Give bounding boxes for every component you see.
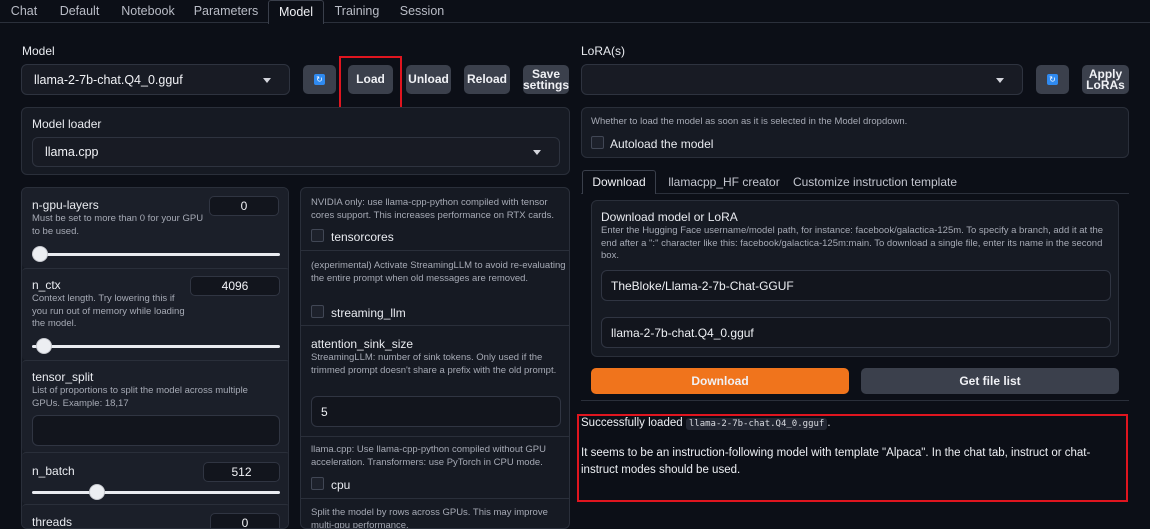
subtab-customize-template[interactable]: Customize instruction template [790, 170, 960, 194]
get-file-list-button[interactable]: Get file list [861, 368, 1119, 394]
threads-input[interactable]: 0 [210, 513, 280, 528]
divider [301, 436, 569, 437]
n-gpu-layers-slider-thumb[interactable] [32, 246, 48, 262]
download-title: Download model or LoRA [601, 210, 738, 224]
tab-model[interactable]: Model [268, 0, 324, 24]
tab-chat[interactable]: Chat [0, 0, 48, 23]
refresh-lora-button[interactable]: ↻ [1036, 65, 1069, 94]
n-gpu-layers-block: n-gpu-layers Must be set to more than 0 … [22, 188, 288, 268]
subtab-llamacpp-hf-creator[interactable]: llamacpp_HF creator [663, 170, 785, 194]
tensor-split-label: tensor_split [32, 370, 94, 384]
model-loader-value: llama.cpp [45, 145, 99, 159]
cpu-info: llama.cpp: Use llama-cpp-python compiled… [311, 444, 546, 468]
subtab-download[interactable]: Download [582, 170, 656, 194]
refresh-icon: ↻ [1047, 74, 1058, 85]
tensor-split-info: List of proportions to split the model a… [32, 385, 248, 409]
model-loader-label: Model loader [32, 117, 102, 131]
download-button[interactable]: Download [591, 368, 849, 394]
download-info: Enter the Hugging Face username/model pa… [601, 225, 1104, 261]
n-batch-block: n_batch 512 [22, 452, 288, 504]
n-gpu-layers-label: n-gpu-layers [32, 198, 99, 212]
divider [301, 498, 569, 499]
model-selected-value: llama-2-7b-chat.Q4_0.gguf [34, 72, 183, 87]
apply-loras-label-2: LoRAs [1086, 77, 1125, 92]
autoload-info: Whether to load the model as soon as it … [591, 116, 908, 127]
n-batch-slider-thumb[interactable] [89, 484, 105, 500]
status-suffix: . [827, 417, 831, 429]
chevron-down-icon [263, 78, 271, 83]
lora-dropdown[interactable] [581, 64, 1023, 95]
attention-sink-size-info: StreamingLLM: number of sink tokens. Onl… [311, 352, 557, 376]
model-label: Model [22, 44, 55, 58]
divider [581, 400, 1129, 401]
chevron-down-icon [533, 150, 541, 155]
refresh-icon: ↻ [314, 74, 325, 85]
download-panel: Download model or LoRA Enter the Hugging… [591, 200, 1119, 357]
tensorcores-label: tensorcores [331, 230, 394, 244]
tab-default[interactable]: Default [52, 0, 107, 23]
attention-sink-size-label: attention_sink_size [311, 337, 414, 351]
threads-label: threads [32, 515, 73, 529]
divider [301, 250, 569, 251]
n-ctx-input[interactable]: 4096 [190, 276, 280, 296]
status-message: It seems to be an instruction-following … [581, 447, 1091, 476]
tensor-split-textarea[interactable] [32, 415, 280, 446]
repo-input[interactable]: TheBloke/Llama-2-7b-Chat-GGUF [601, 270, 1111, 301]
tensorcores-checkbox[interactable] [311, 229, 324, 242]
n-gpu-layers-input[interactable]: 0 [209, 196, 279, 216]
model-dropdown[interactable]: llama-2-7b-chat.Q4_0.gguf [21, 64, 290, 95]
loader-params-left: n-gpu-layers Must be set to more than 0 … [21, 187, 289, 529]
n-batch-label: n_batch [32, 464, 75, 478]
row-split-info: Split the model by rows across GPUs. Thi… [311, 507, 548, 529]
streaming-llm-info: (experimental) Activate StreamingLLM to … [311, 260, 566, 284]
save-settings-label-2: settings [523, 77, 570, 92]
file-input[interactable]: llama-2-7b-chat.Q4_0.gguf [601, 317, 1111, 348]
streaming-llm-checkbox[interactable] [311, 305, 324, 318]
n-gpu-layers-info: Must be set to more than 0 for your GPU … [32, 213, 204, 237]
lora-label: LoRA(s) [581, 44, 626, 58]
status-success-line: Successfully loaded llama-2-7b-chat.Q4_0… [581, 417, 831, 430]
n-ctx-slider[interactable] [32, 345, 280, 348]
n-ctx-label: n_ctx [32, 278, 61, 292]
autoload-checkbox[interactable] [591, 136, 604, 149]
main-tab-bar: Chat Default Notebook Parameters Model T… [0, 0, 1150, 24]
chevron-down-icon [996, 78, 1004, 83]
status-prefix: Successfully loaded [581, 417, 683, 429]
apply-loras-button[interactable]: Apply LoRAs [1082, 65, 1129, 94]
streaming-llm-label: streaming_llm [331, 306, 406, 320]
refresh-model-button[interactable]: ↻ [303, 65, 336, 94]
save-settings-button[interactable]: Save settings [523, 65, 569, 94]
n-ctx-info: Context length. Try lowering this if you… [32, 293, 185, 329]
tab-notebook[interactable]: Notebook [113, 0, 183, 23]
n-gpu-layers-slider[interactable] [32, 253, 280, 256]
autoload-panel: Whether to load the model as soon as it … [581, 107, 1129, 158]
tensorcores-info: NVIDIA only: use llama-cpp-python compil… [311, 197, 555, 221]
reload-button[interactable]: Reload [464, 65, 510, 94]
cpu-label: cpu [331, 478, 351, 492]
threads-block: threads 0 [22, 504, 288, 529]
n-batch-slider[interactable] [32, 491, 280, 494]
cpu-checkbox[interactable] [311, 477, 324, 490]
n-ctx-slider-thumb[interactable] [36, 338, 52, 354]
load-button[interactable]: Load [348, 65, 393, 94]
unload-button[interactable]: Unload [406, 65, 451, 94]
tensor-split-block: tensor_split List of proportions to spli… [22, 360, 288, 452]
autoload-label: Autoload the model [610, 137, 714, 151]
model-loader-dropdown[interactable]: llama.cpp [32, 137, 560, 167]
model-loader-panel: Model loader llama.cpp [21, 107, 570, 175]
tab-training[interactable]: Training [328, 0, 386, 23]
loader-params-middle: NVIDIA only: use llama-cpp-python compil… [300, 187, 570, 529]
n-batch-input[interactable]: 512 [203, 462, 280, 482]
divider [301, 325, 569, 326]
attention-sink-size-input[interactable]: 5 [311, 396, 561, 427]
tab-session[interactable]: Session [396, 0, 448, 23]
status-model-code: llama-2-7b-chat.Q4_0.gguf [685, 418, 828, 430]
n-ctx-block: n_ctx Context length. Try lowering this … [22, 268, 288, 360]
tab-parameters[interactable]: Parameters [188, 0, 264, 23]
